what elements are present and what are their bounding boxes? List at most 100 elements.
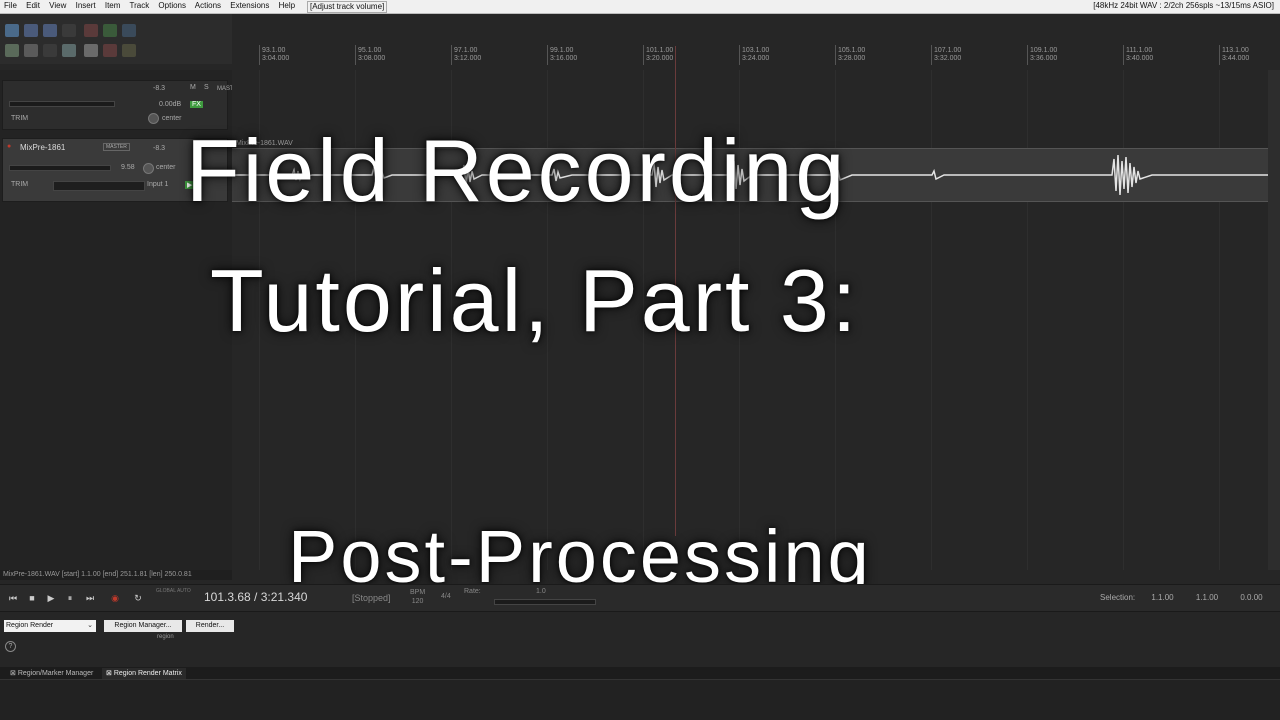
ruler-label: 109.1.00 3:36.000: [1030, 47, 1058, 62]
record-icon[interactable]: ◉: [107, 591, 123, 605]
master-volume-fader[interactable]: [9, 101, 115, 107]
track-volume-readout: 9.58: [121, 164, 135, 171]
master-volume-readout: 0.00dB: [159, 101, 182, 108]
chevron-down-icon: ⌄: [87, 622, 93, 629]
ruler-label: 107.1.00 3:32.000: [934, 47, 962, 62]
selection-end[interactable]: 1.1.00: [1196, 593, 1218, 602]
master-pan-knob[interactable]: [148, 113, 159, 124]
vertical-scrollbar[interactable]: [1268, 70, 1280, 570]
item-info-line: MixPre-1861.WAV [start] 1.1.00 [end] 251…: [0, 570, 232, 580]
menu-actions[interactable]: Actions: [195, 1, 221, 10]
master-mute-button[interactable]: M: [190, 84, 196, 91]
menu-edit[interactable]: Edit: [26, 1, 40, 10]
snap-toggle-icon[interactable]: [24, 44, 38, 57]
ruler-tick: [259, 45, 260, 65]
gridline: [1123, 70, 1124, 570]
menu-insert[interactable]: Insert: [76, 1, 96, 10]
main-toolbar: [0, 14, 232, 64]
gridline: [1027, 70, 1028, 570]
ruler-label: 95.1.00 3:08.000: [358, 47, 386, 62]
ruler-label: 97.1.00 3:12.000: [454, 47, 482, 62]
menu-list: File Edit View Insert Item Track Options…: [4, 1, 302, 10]
play-icon[interactable]: ▶: [43, 591, 59, 605]
track-input-select[interactable]: Input 1: [147, 181, 168, 188]
master-meter-readout: -8.3: [153, 85, 166, 92]
time-signature[interactable]: 4/4: [441, 593, 451, 600]
repeat-icon[interactable]: ↻: [130, 591, 146, 605]
global-auto-label[interactable]: GLOBAL AUTO: [156, 588, 191, 594]
master-label: MASTER: [217, 86, 243, 92]
menu-file[interactable]: File: [4, 1, 17, 10]
transport-bar: ⏮ ■ ▶ ⏸ ⏭ ◉ ↻ GLOBAL AUTO 101.3.68 / 3:2…: [0, 584, 1280, 611]
tab-region-marker-manager[interactable]: ⊠ Region/Marker Manager: [6, 668, 97, 679]
rate-value: 1.0: [536, 588, 546, 595]
project-settings-icon[interactable]: [62, 24, 76, 37]
undo-icon[interactable]: [84, 24, 98, 37]
ruler-tick: [355, 45, 356, 65]
timeline-ruler[interactable]: 93.1.00 3:04.000 95.1.00 3:08.000 97.1.00 3…: [232, 40, 1280, 71]
record-arm-icon[interactable]: ●: [7, 143, 11, 150]
render-mode-select[interactable]: Region Render ⌄: [4, 620, 96, 632]
tab-region-render-matrix[interactable]: ⊠ Region Render Matrix: [102, 668, 186, 679]
ripple-edit-icon[interactable]: [62, 44, 76, 57]
track-volume-fader[interactable]: [9, 165, 111, 171]
menu-track[interactable]: Track: [129, 1, 149, 10]
ruler-tick: [451, 45, 452, 65]
track-master-send-button[interactable]: MASTER: [103, 143, 130, 151]
open-project-icon[interactable]: [24, 24, 38, 37]
track-trim-button[interactable]: TRIM: [11, 181, 28, 188]
video-title-line-2: Tutorial, Part 3:: [210, 251, 860, 350]
gridline: [1219, 70, 1220, 570]
track-input-bar: [53, 181, 145, 191]
audio-device-info[interactable]: [48kHz 24bit WAV : 2/2ch 256spls ~13/15m…: [1093, 1, 1274, 10]
selection-display: Selection: 1.1.00 1.1.00 0.0.00: [1100, 593, 1263, 602]
lock-icon[interactable]: [122, 44, 136, 57]
render-button[interactable]: Render...: [186, 620, 234, 632]
envelope-lock-icon[interactable]: [84, 44, 98, 57]
redo-icon[interactable]: [103, 24, 117, 37]
auto-crossfade-icon[interactable]: [103, 44, 117, 57]
go-to-end-icon[interactable]: ⏭: [82, 591, 98, 605]
menu-extensions[interactable]: Extensions: [230, 1, 269, 10]
grid-toggle-icon[interactable]: [5, 44, 19, 57]
bpm-display[interactable]: BPM 120: [410, 588, 425, 606]
ruler-label: 93.1.00 3:04.000: [262, 47, 290, 62]
pause-icon[interactable]: ⏸: [62, 591, 78, 605]
time-display[interactable]: 101.3.68 / 3:21.340: [204, 590, 307, 604]
ruler-tick: [835, 45, 836, 65]
menu-options[interactable]: Options: [158, 1, 186, 10]
save-project-icon[interactable]: [43, 24, 57, 37]
ruler-tick: [643, 45, 644, 65]
track-pan-readout: center: [156, 164, 176, 171]
stop-icon[interactable]: ■: [24, 591, 40, 605]
new-project-icon[interactable]: [5, 24, 19, 37]
master-solo-button[interactable]: S: [204, 84, 209, 91]
ruler-label: 105.1.00 3:28.000: [838, 47, 866, 62]
selection-length[interactable]: 0.0.00: [1240, 593, 1262, 602]
menu-view[interactable]: View: [49, 1, 66, 10]
ruler-label: 99.1.00 3:16.000: [550, 47, 578, 62]
ruler-label: 103.1.00 3:24.000: [742, 47, 770, 62]
video-title-line-1: Field Recording: [186, 121, 848, 220]
master-fx-button[interactable]: FX: [190, 101, 203, 108]
ruler-label: 113.1.00 3:44.000: [1222, 47, 1250, 62]
ruler-tick: [931, 45, 932, 65]
menu-help[interactable]: Help: [279, 1, 295, 10]
selection-start[interactable]: 1.1.00: [1151, 593, 1173, 602]
track-name[interactable]: MixPre-1861: [20, 143, 65, 152]
grid-icon[interactable]: [43, 44, 57, 57]
close-icon[interactable]: ⊠: [10, 670, 18, 677]
ruler-tick: [1123, 45, 1124, 65]
ruler-label: 111.1.00 3:40.000: [1126, 47, 1154, 62]
go-to-start-icon[interactable]: ⏮: [5, 591, 21, 605]
track-meter-readout: -8.3: [153, 145, 166, 152]
master-trim-button[interactable]: TRIM: [11, 115, 28, 122]
menu-item[interactable]: Item: [105, 1, 121, 10]
close-icon[interactable]: ⊠: [106, 670, 114, 677]
metronome-icon[interactable]: [122, 24, 136, 37]
track-pan-knob[interactable]: [143, 163, 154, 174]
help-icon[interactable]: ?: [5, 641, 16, 652]
rate-slider[interactable]: [494, 599, 596, 605]
region-manager-button[interactable]: Region Manager...: [104, 620, 182, 632]
ruler-tick: [1027, 45, 1028, 65]
